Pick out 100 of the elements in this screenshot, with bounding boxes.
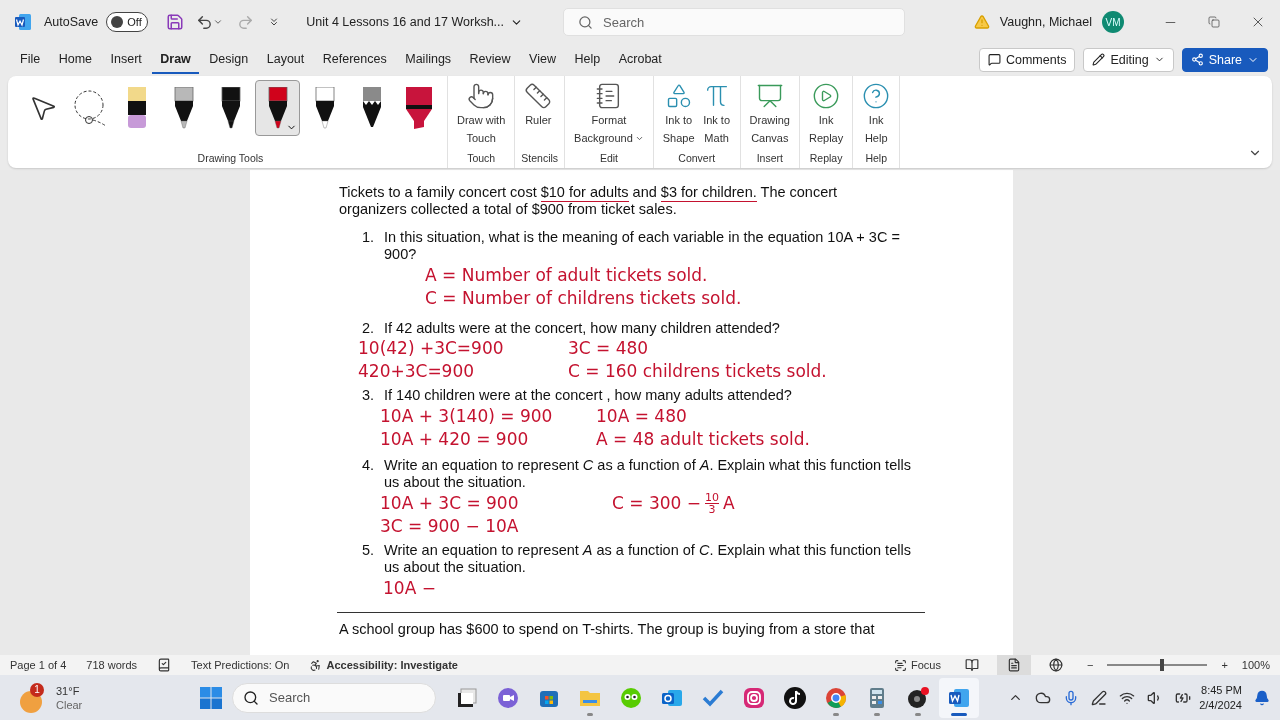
autosave-label: AutoSave (44, 15, 99, 29)
question-text: Write an equation to represent A as a function of C. Explain what this function tells us about the situation. (384, 541, 912, 577)
pencil-icon (361, 86, 382, 129)
menu-tab[interactable]: References (314, 45, 395, 74)
ribbon-button[interactable]: Draw with Touch (454, 79, 509, 148)
document-title[interactable]: Unit 4 Lessons 16 and 17 Worksh... (300, 14, 529, 30)
question-number: 4. (361, 456, 376, 475)
handwritten-note: 10A + 3C = 900 (380, 491, 519, 515)
group-label: Drawing Tools (196, 151, 265, 166)
start-icon[interactable] (200, 686, 222, 709)
handwritten-note: 3C = 900 − 10A (380, 514, 519, 538)
text-predictions-status[interactable]: Text Predictions: On (191, 659, 290, 672)
taskbar-search-field[interactable]: Search (232, 682, 436, 713)
caret-icon[interactable] (213, 17, 224, 27)
highlighter-icon (405, 86, 432, 129)
menu-tab[interactable]: Design (201, 45, 257, 74)
notification-bell-icon[interactable] (1254, 689, 1270, 706)
page-count[interactable]: Page 1 of 4 (10, 659, 67, 672)
video-chat-icon[interactable] (495, 685, 520, 710)
menu-tab[interactable]: Draw (152, 45, 199, 74)
search-field[interactable]: Search (563, 8, 905, 36)
undo-icon[interactable] (196, 13, 214, 31)
handwritten-note: C = Number of childrens tickets sold. (425, 286, 742, 310)
save-icon[interactable] (166, 13, 185, 31)
zoom-out-button[interactable]: − (1081, 655, 1100, 676)
temperature: 31°F (56, 683, 81, 698)
question-number: 2. (361, 319, 376, 338)
ruler-icon (524, 81, 553, 110)
pen-icon (314, 86, 335, 129)
camera-icon[interactable] (741, 685, 766, 710)
question-text: If 42 adults were at the concert, how many children attended? (384, 319, 781, 338)
search-icon (243, 689, 259, 706)
user-avatar[interactable]: VM (1102, 11, 1124, 33)
clock-date[interactable]: 2/4/2024 (1199, 697, 1242, 713)
group-label: Edit (598, 151, 619, 166)
active-app-button[interactable] (938, 677, 979, 718)
eraser-icon (126, 86, 147, 129)
pen-icon[interactable] (1091, 689, 1108, 706)
menu-tab[interactable]: File (12, 45, 49, 74)
pen-icon (220, 86, 241, 129)
autosave-toggle[interactable]: Off (106, 12, 149, 32)
group-label: Help (864, 151, 888, 166)
comments-button[interactable]: Comments (978, 47, 1076, 72)
ribbon-button[interactable]: Format Background (571, 79, 647, 148)
handwritten-note: 10A + 420 = 900 (380, 427, 529, 451)
share-icon (1190, 53, 1204, 67)
replay-icon (812, 81, 841, 110)
share-button[interactable]: Share (1181, 47, 1268, 72)
browser-icon[interactable] (823, 685, 848, 710)
ribbon-button[interactable]: Ink to Math (699, 79, 734, 148)
drawing-tool[interactable] (255, 79, 300, 136)
group-label: Touch (466, 151, 497, 166)
focus-button[interactable]: Focus (888, 655, 947, 676)
record-icon[interactable] (905, 685, 930, 710)
handwritten-note: 10A + 3(140) = 900 (380, 404, 553, 428)
zoom-thumb[interactable] (1160, 659, 1165, 672)
notification-badge: 1 (30, 682, 44, 697)
question-text: In this situation, what is the meaning of each variable in the equation 10A + 3C = 900? (384, 228, 901, 264)
question-number: 1. (361, 228, 376, 247)
handwritten-note: 10(42) +3C=900 (358, 337, 504, 361)
pen-icon (267, 86, 288, 129)
menu-tab[interactable]: View (521, 45, 564, 74)
menu-tab[interactable]: Help (566, 45, 609, 74)
handwritten-note: 3C = 480 (568, 337, 649, 361)
editing-button[interactable]: Editing (1083, 47, 1174, 72)
ribbon-button[interactable]: Ink to Shape (659, 79, 698, 148)
handwritten-note: 10A = 480 (596, 404, 687, 428)
menu-tab[interactable]: Home (50, 45, 100, 74)
handwritten-note: A = 48 adult tickets sold. (596, 427, 811, 451)
accessibility-icon (309, 658, 323, 672)
app-logo-icon (14, 13, 32, 31)
clock-time[interactable]: 8:45 PM (1201, 682, 1242, 698)
accessibility-status[interactable]: Accessibility: Investigate (326, 659, 458, 672)
menu-tab[interactable]: Review (461, 45, 519, 74)
menu-tab[interactable]: Insert (102, 45, 150, 74)
question-number: 3. (361, 387, 376, 405)
zoom-in-button[interactable]: + (1215, 655, 1234, 676)
group-label: Convert (677, 151, 717, 166)
proofing-icon[interactable] (157, 658, 172, 673)
menu-tab[interactable]: Mailings (397, 45, 460, 74)
comment-icon (987, 53, 1001, 67)
question-text: If 140 children were at the concert , how many adults attended? (384, 387, 793, 405)
weather-condition: Clear (56, 697, 83, 712)
ribbon-button[interactable]: Ink Help (859, 79, 894, 148)
help-icon (862, 81, 891, 110)
handwritten-note: 420+3C=900 (358, 360, 475, 384)
print-layout-button[interactable] (997, 655, 1031, 676)
ribbon-button[interactable]: Drawing Canvas (746, 79, 793, 148)
pencil-icon (1092, 53, 1106, 67)
music-note-icon[interactable] (782, 685, 807, 710)
ribbon-button[interactable]: Ink Replay (805, 79, 847, 148)
handwritten-note: 10A − (383, 576, 436, 600)
ribbon-button[interactable]: Ruler (521, 79, 556, 130)
restore-icon[interactable] (1208, 16, 1220, 28)
menu-tab[interactable]: Acrobat (610, 45, 670, 74)
zoom-level[interactable]: 100% (1241, 659, 1270, 672)
menu-tab[interactable]: Layout (258, 45, 313, 74)
question-number: 5. (361, 541, 376, 560)
word-count[interactable]: 718 words (86, 659, 138, 672)
warning-icon (973, 14, 990, 30)
